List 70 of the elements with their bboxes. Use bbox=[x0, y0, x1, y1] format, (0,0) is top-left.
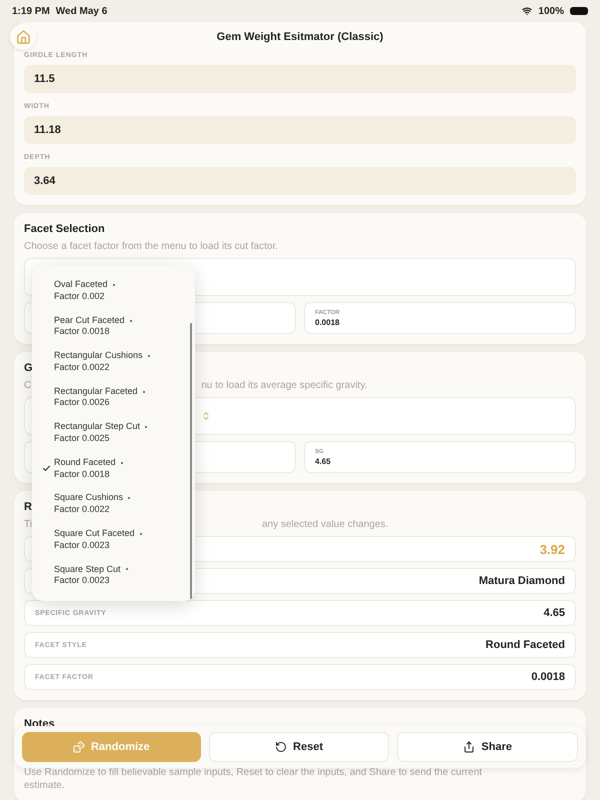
input-field[interactable]: 3.64 bbox=[24, 167, 576, 195]
facet-name: Rectangular Step Cut bbox=[54, 421, 140, 434]
bullet-icon bbox=[112, 284, 115, 286]
result-value: Matura Diamond bbox=[478, 575, 565, 587]
bullet-icon bbox=[128, 497, 130, 500]
card-title: R bbox=[24, 501, 32, 513]
facet-name: Oval Faceted bbox=[54, 279, 108, 291]
dice-icon bbox=[72, 741, 85, 753]
bullet-icon bbox=[148, 355, 150, 358]
card-subtitle: Choose a facet factor from the menu to load its cut factor. bbox=[24, 241, 278, 252]
card-subtitle: Ti bbox=[24, 519, 32, 530]
result-value: Round Faceted bbox=[486, 639, 565, 651]
facet-name: Rectangular Faceted bbox=[54, 386, 138, 398]
home-icon bbox=[16, 30, 30, 44]
home-button[interactable] bbox=[10, 24, 36, 50]
menu-item[interactable]: Square Step Cut Factor 0.0023 bbox=[32, 558, 195, 594]
card-subtitle: any selected value changes. bbox=[262, 519, 388, 530]
menu-item[interactable]: Rectangular Faceted Factor 0.0026 bbox=[32, 380, 195, 416]
facet-factor: Factor 0.0025 bbox=[54, 433, 111, 445]
menu-item[interactable]: Square Cut Faceted Factor 0.0023 bbox=[32, 522, 195, 558]
status-date: Wed May 6 bbox=[56, 6, 108, 16]
menu-item[interactable]: Oval Faceted Factor 0.002 bbox=[32, 273, 195, 309]
facet-name: Square Cushions bbox=[54, 492, 124, 504]
result-value: 0.0018 bbox=[531, 671, 565, 683]
bullet-icon bbox=[120, 462, 123, 464]
facet-factor: Factor 0.0018 bbox=[54, 326, 111, 338]
bullet-icon bbox=[142, 390, 145, 393]
window-title: Gem Weight Esitmator (Classic) bbox=[216, 31, 384, 43]
menu-item[interactable]: Round Faceted Factor 0.0018 bbox=[32, 450, 195, 486]
facet-name: Pear Cut Faceted bbox=[54, 314, 125, 326]
facet-name: Rectangular Cushions bbox=[54, 350, 143, 362]
status-time: 1:19 PM bbox=[12, 6, 50, 16]
toolbar-button[interactable]: Share bbox=[397, 732, 578, 762]
menu-item[interactable]: Rectangular Cushions Factor 0.0022 bbox=[32, 344, 195, 380]
facet-factor: Factor 0.0023 bbox=[54, 575, 111, 587]
card-subtitle: C bbox=[24, 380, 32, 391]
sg-value: 4.65 bbox=[315, 456, 332, 466]
notes-text: Use Randomize to fill believable sample inputs, Reset to clear the inputs, and Share to send the current estimate. bbox=[24, 766, 484, 792]
share-icon bbox=[463, 741, 476, 753]
card-title: Notes bbox=[24, 718, 55, 730]
facet-name: Square Step Cut bbox=[54, 564, 121, 576]
card-title: G bbox=[24, 362, 33, 374]
menu-item[interactable]: Rectangular Step Cut Factor 0.0025 bbox=[32, 415, 195, 451]
facet-factor: Factor 0.0022 bbox=[54, 504, 111, 516]
facet-factor: Factor 0.0018 bbox=[54, 468, 111, 480]
battery-percent: 100% bbox=[538, 6, 564, 16]
input-field[interactable]: 11.5 bbox=[24, 65, 576, 93]
input-field[interactable]: 11.18 bbox=[24, 116, 576, 144]
facet-factor: Factor 0.0022 bbox=[54, 362, 111, 374]
chevron-icon bbox=[201, 411, 211, 421]
wifi-icon bbox=[522, 6, 532, 16]
factor-value: 0.0018 bbox=[315, 318, 340, 326]
facet-name: Square Cut Faceted bbox=[54, 528, 135, 540]
menu-item[interactable]: Pear Cut Faceted Factor 0.0018 bbox=[32, 308, 195, 344]
check-icon bbox=[42, 464, 50, 474]
facet-factor: Factor 0.0023 bbox=[54, 540, 111, 552]
card-subtitle: nu to load its average specific gravity. bbox=[201, 380, 368, 391]
facet-factor: Factor 0.002 bbox=[54, 290, 106, 302]
facet-factor: Factor 0.0026 bbox=[54, 397, 111, 410]
battery-icon bbox=[570, 7, 588, 15]
toolbar-button[interactable]: Reset bbox=[208, 732, 390, 762]
result-value: 4.65 bbox=[544, 607, 565, 619]
bullet-icon bbox=[126, 568, 128, 570]
card-title: Facet Selection bbox=[24, 223, 105, 235]
bullet-icon bbox=[140, 532, 142, 535]
result-value: 3.92 bbox=[540, 542, 565, 556]
menu-item[interactable]: Square Cushions Factor 0.0022 bbox=[32, 486, 195, 522]
reset-icon bbox=[275, 741, 288, 753]
facet-name: Round Faceted bbox=[54, 456, 116, 469]
bullet-icon bbox=[145, 426, 148, 428]
